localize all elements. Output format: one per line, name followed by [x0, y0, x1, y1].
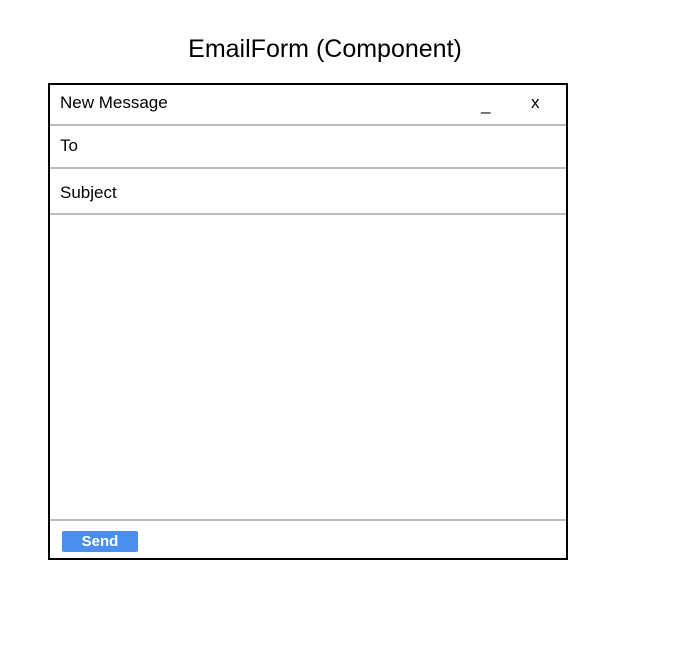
email-form-header: New Message _ x — [50, 85, 566, 126]
email-form-footer: Send — [50, 521, 566, 558]
to-field-label: To — [60, 136, 78, 155]
email-form-window: New Message _ x To Subject Send — [48, 83, 568, 560]
minimize-button[interactable]: _ — [481, 95, 490, 115]
send-button[interactable]: Send — [62, 531, 138, 552]
window-title: New Message — [60, 93, 168, 112]
subject-field-label: Subject — [60, 183, 117, 202]
page-title: EmailForm (Component) — [188, 35, 462, 63]
close-button[interactable]: x — [531, 93, 540, 113]
message-body-field[interactable] — [50, 215, 566, 521]
to-field[interactable]: To — [50, 126, 566, 169]
subject-field[interactable]: Subject — [50, 169, 566, 215]
